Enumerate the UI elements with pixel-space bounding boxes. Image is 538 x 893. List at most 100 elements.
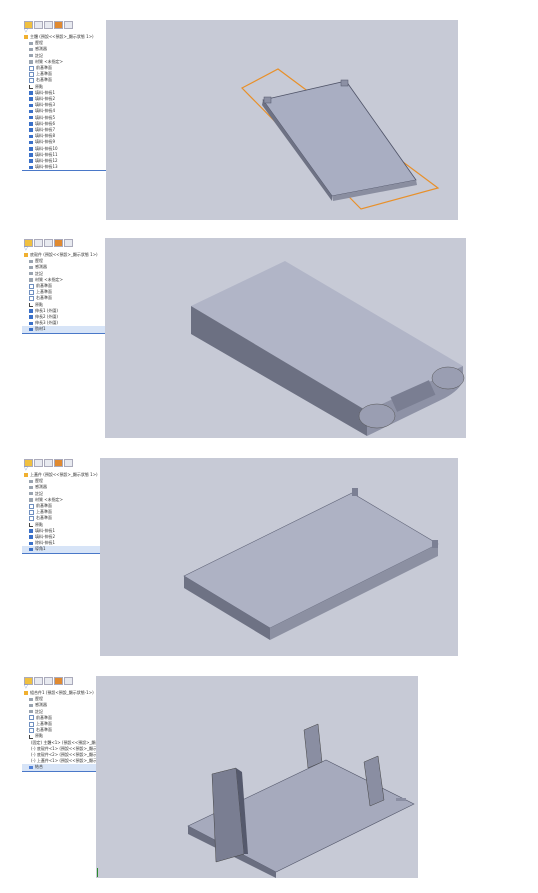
- assembly-model[interactable]: [96, 676, 418, 878]
- feature-icon: [29, 327, 33, 332]
- tree-node-label: 填料-伸長13: [35, 164, 58, 170]
- folder-icon: [29, 41, 33, 46]
- folder-icon: [29, 265, 33, 270]
- plane-icon: [29, 503, 34, 509]
- mate-icon: [29, 765, 33, 770]
- folder-icon: [29, 271, 33, 276]
- manager-tab-icon[interactable]: [44, 459, 53, 467]
- axis-triad-icon: [107, 210, 110, 219]
- manager-tab-icon[interactable]: [64, 677, 73, 685]
- graphics-viewport[interactable]: [106, 20, 458, 220]
- part-icon: [24, 35, 28, 39]
- folder-icon: [29, 491, 33, 496]
- feature-icon: [29, 91, 33, 95]
- manager-tab-icon[interactable]: [34, 21, 43, 29]
- feature-icon: [29, 541, 33, 546]
- folder-icon: [29, 60, 33, 64]
- main-body-model[interactable]: [106, 20, 458, 220]
- feature-icon: [29, 103, 33, 108]
- origin-icon: [29, 84, 33, 89]
- plane-icon: [29, 721, 34, 727]
- manager-tab-icon[interactable]: [34, 677, 43, 685]
- manager-tab-icon[interactable]: [34, 459, 43, 467]
- manager-toolbar[interactable]: [22, 676, 96, 685]
- manager-tab-icon[interactable]: [64, 239, 73, 247]
- feature-icon: [29, 159, 33, 163]
- screenshot-top-cover: ▽ 上蓋件 (預設<<預設>_顯示狀態 1>) 歷程 感測器 註記 材質 <未指定> 前基準…: [22, 458, 458, 656]
- tree-node[interactable]: (-) 上蓋件<1> (預設<<預設>_顯示...: [22, 758, 96, 764]
- feature-icon: [29, 547, 33, 552]
- feature-icon: [29, 122, 33, 126]
- feature-icon: [29, 147, 33, 151]
- manager-toolbar[interactable]: [22, 458, 100, 467]
- manager-tab-icon[interactable]: [44, 677, 53, 685]
- axis-triad-icon: [97, 868, 101, 877]
- feature-manager-tree[interactable]: ▽ 組合件1 (預設<預設_顯示狀態-1>) 歷程 感測器 註記 前基準面 上基準面 右基準面…: [22, 676, 96, 878]
- feature-manager-tree[interactable]: ▽ 上蓋件 (預設<<預設>_顯示狀態 1>) 歷程 感測器 註記 材質 <未指定> 前基準…: [22, 458, 100, 656]
- feature-icon: [29, 535, 33, 539]
- feature-icon: [29, 97, 33, 101]
- manager-tab-icon[interactable]: [34, 239, 43, 247]
- plane-icon: [29, 71, 34, 77]
- part-icon: [24, 473, 28, 477]
- plane-icon: [29, 296, 34, 302]
- screenshot-bottom-shell: ▽ 底殼件 (預設<<預設>_顯示狀態 1>) 歷程 感測器 註記 材質 <未指定> 前基準…: [22, 238, 466, 438]
- tree-node[interactable]: 組合件1 (預設<預設_顯示狀態-1>): [22, 690, 96, 696]
- folder-icon: [29, 697, 33, 702]
- manager-tab-icon[interactable]: [64, 459, 73, 467]
- manager-tab-icon[interactable]: [44, 239, 53, 247]
- folder-icon: [29, 259, 33, 264]
- tree-node-label: 結合: [35, 764, 43, 770]
- plane-icon: [29, 78, 34, 84]
- manager-tab-icon[interactable]: [44, 21, 53, 29]
- folder-icon: [29, 703, 33, 708]
- rollback-bar[interactable]: [22, 552, 100, 554]
- feature-icon: [29, 165, 33, 170]
- plane-icon: [29, 289, 34, 295]
- feature-manager-tree[interactable]: ▽ 主體 (預設<<預設>_顯示狀態 1>) 歷程 感測器 註記 材質 <未指定> 前基準面…: [22, 20, 106, 220]
- manager-tab-icon[interactable]: [54, 21, 63, 29]
- tree-node-label: 導角1: [35, 546, 46, 552]
- folder-icon: [29, 498, 33, 502]
- tree-node-label: 肋材1: [35, 326, 46, 332]
- plane-icon: [29, 509, 34, 515]
- plane-icon: [29, 715, 34, 721]
- plane-icon: [29, 283, 34, 289]
- manager-tab-icon[interactable]: [64, 21, 73, 29]
- manager-tab-icon[interactable]: [54, 239, 63, 247]
- plane-icon: [29, 727, 34, 733]
- tree-node[interactable]: 上蓋件 (預設<<預設>_顯示狀態 1>): [22, 472, 100, 478]
- plane-icon: [29, 65, 34, 71]
- folder-icon: [29, 53, 33, 58]
- manager-toolbar[interactable]: [22, 20, 106, 29]
- manager-tab-icon[interactable]: [54, 677, 63, 685]
- manager-toolbar[interactable]: [22, 238, 105, 247]
- feature-icon: [29, 109, 33, 114]
- graphics-viewport[interactable]: [96, 676, 418, 878]
- feature-icon: [29, 140, 33, 145]
- feature-icon: [29, 115, 33, 120]
- feature-icon: [29, 134, 33, 139]
- folder-icon: [29, 485, 33, 490]
- manager-tab-icon[interactable]: [54, 459, 63, 467]
- bottom-shell-model[interactable]: [105, 238, 466, 438]
- screenshot-main-body: ▽ 主體 (預設<<預設>_顯示狀態 1>) 歷程 感測器 註記 材質 <未指定> 前基準面…: [22, 20, 458, 220]
- rollback-bar[interactable]: [22, 332, 105, 334]
- graphics-viewport[interactable]: [100, 458, 458, 656]
- folder-icon: [29, 709, 33, 714]
- part-icon: [24, 691, 28, 695]
- origin-icon: [29, 302, 33, 307]
- feature-icon: [29, 309, 33, 313]
- feature-icon: [29, 529, 33, 533]
- feature-manager-tree[interactable]: ▽ 底殼件 (預設<<預設>_顯示狀態 1>) 歷程 感測器 註記 材質 <未指定> 前基準…: [22, 238, 105, 438]
- part-icon: [24, 253, 28, 257]
- folder-icon: [29, 479, 33, 484]
- feature-icon: [29, 153, 33, 157]
- feature-icon: [29, 321, 33, 326]
- rollback-bar[interactable]: [22, 170, 106, 172]
- graphics-viewport[interactable]: [105, 238, 466, 438]
- feature-icon: [29, 128, 33, 132]
- plane-icon: [29, 516, 34, 522]
- rollback-bar[interactable]: [22, 770, 96, 772]
- top-cover-model[interactable]: [100, 458, 458, 656]
